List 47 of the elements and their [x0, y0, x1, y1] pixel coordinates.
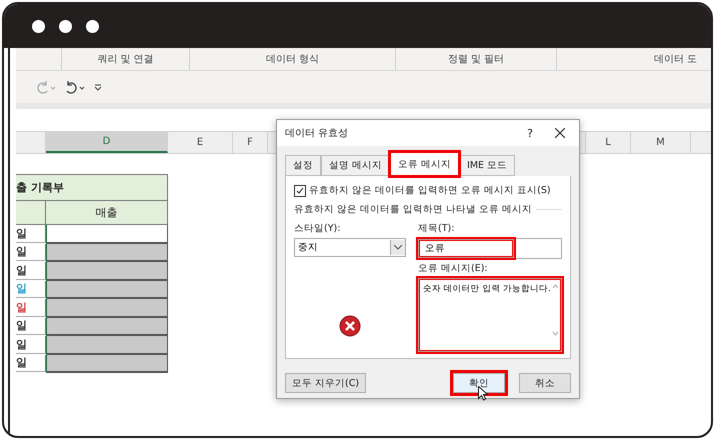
table-cell[interactable] [46, 318, 168, 336]
dialog-button[interactable]: 취소 [519, 373, 571, 393]
field-label: 스타일(Y): [294, 222, 342, 235]
table-cell[interactable] [46, 354, 168, 373]
title-field[interactable]: 오류 [418, 239, 514, 258]
table-cell[interactable] [46, 280, 168, 299]
checkbox-label: 유효하지 않은 데이터를 입력하면 오류 메시지 표시(S) [309, 184, 551, 197]
table-cell[interactable] [46, 244, 168, 262]
window-dot[interactable] [86, 20, 99, 32]
column-header[interactable]: D [46, 132, 168, 153]
tab[interactable]: 오류 메시지 [390, 152, 460, 176]
cursor-icon [478, 386, 488, 401]
ribbon-group-label: 데이터 형식 [266, 53, 320, 66]
help-button[interactable]: ? [515, 126, 545, 140]
dialog-button[interactable]: 모두 지우기(C) [285, 373, 366, 393]
field-label: 오류 메시지(E): [418, 262, 489, 275]
dialog-button[interactable]: 확인 [453, 373, 505, 393]
table-cell[interactable] [46, 336, 168, 354]
scrollbar-icon [552, 283, 559, 337]
ribbon-group-label: 쿼리 및 연결 [97, 53, 154, 66]
ribbon-group-label: 정렬 및 필터 [448, 53, 504, 66]
tab[interactable]: 설명 메시지 [321, 155, 390, 176]
checkbox[interactable] [294, 184, 306, 196]
error-icon [339, 315, 361, 337]
tab[interactable]: IME 모드 [459, 155, 516, 176]
column-title: 매출 [46, 201, 168, 225]
group-label: 유효하지 않은 데이터를 입력하면 나타낼 오류 메시지 [294, 203, 532, 216]
style-dropdown[interactable]: 중지 [294, 238, 406, 257]
ribbon-group-label: 데이터 도 [654, 53, 697, 66]
window-dot[interactable] [32, 20, 45, 32]
column-header[interactable]: F [233, 132, 268, 153]
field-label: 제목(T): [418, 222, 456, 235]
table-cell [16, 201, 46, 225]
column-header[interactable]: M [631, 132, 691, 153]
table-cell[interactable] [46, 225, 168, 244]
sheet-title: 출 기록부 [16, 174, 168, 201]
caret-icon [394, 245, 402, 250]
table-cell[interactable] [46, 262, 168, 280]
column-header[interactable]: E [168, 132, 233, 153]
message-field[interactable]: 숫자 데이터만 입력 가능합니다. [418, 278, 562, 352]
table-cell[interactable] [46, 299, 168, 318]
customize-icon[interactable] [94, 82, 102, 92]
undo-icon[interactable] [64, 80, 86, 94]
dialog-title: 데이터 유효성 [285, 127, 350, 140]
tab[interactable]: 설정 [285, 155, 321, 176]
column-header[interactable]: L [586, 132, 631, 153]
window-dot[interactable] [59, 20, 72, 32]
